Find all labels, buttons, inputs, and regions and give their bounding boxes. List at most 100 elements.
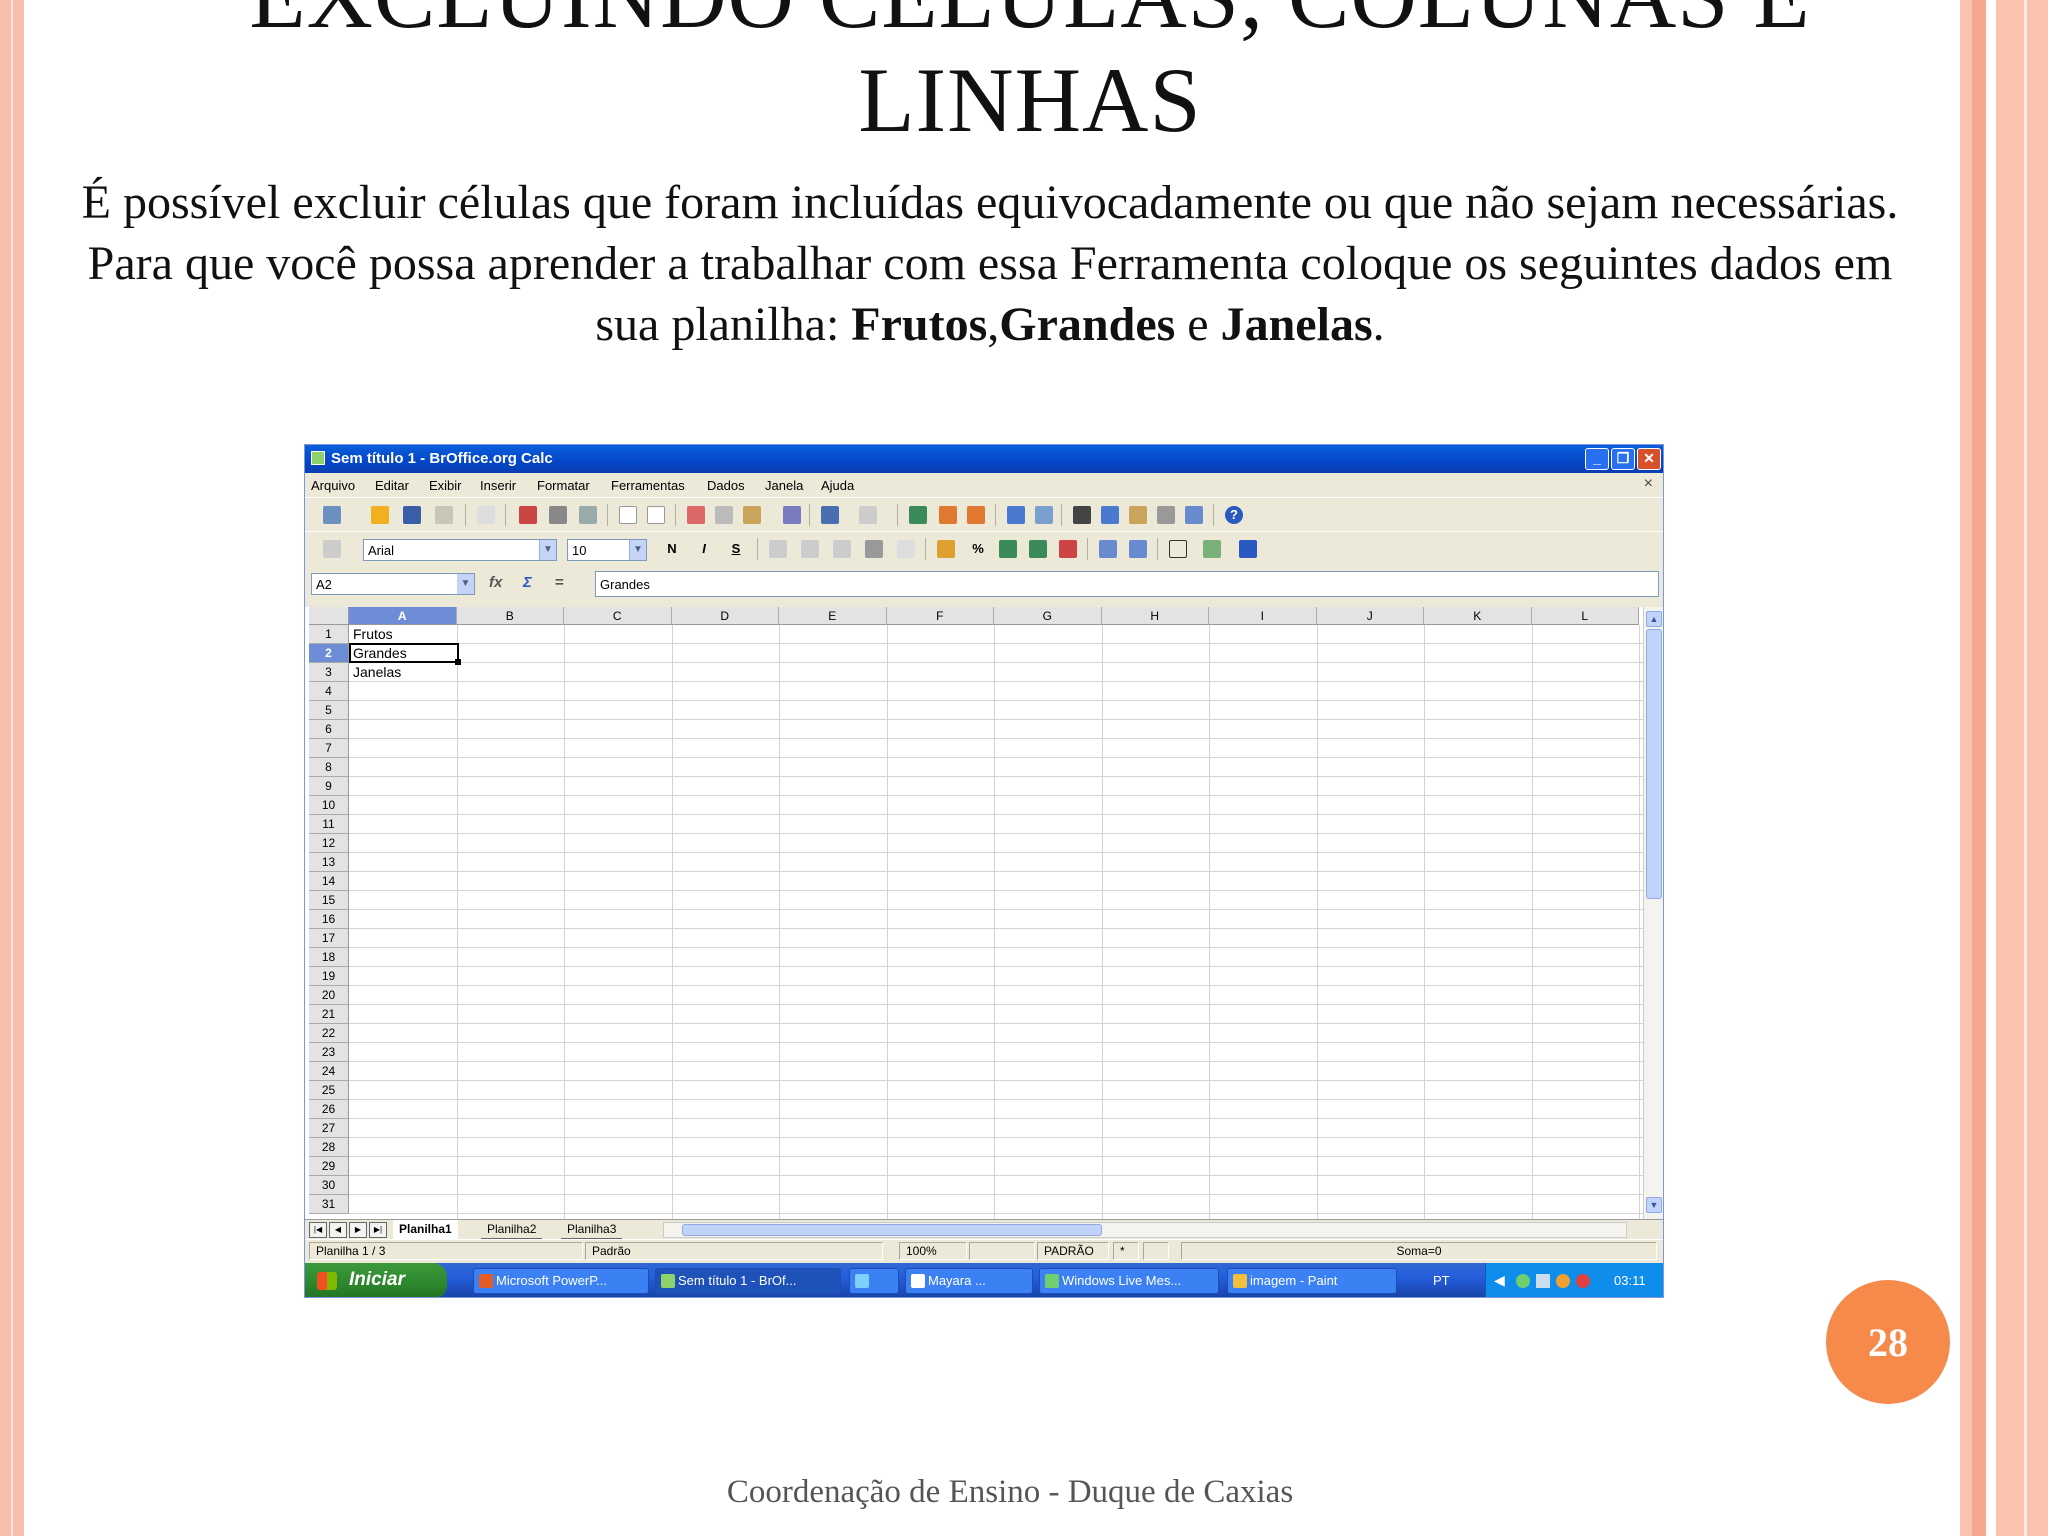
task-calc[interactable]: Sem título 1 - BrOf... [655,1268,841,1294]
menu-ajuda[interactable]: Ajuda [821,478,854,493]
row-header-26[interactable]: 26 [309,1100,349,1119]
percent-format-icon[interactable]: % [969,540,987,558]
redo-icon[interactable] [859,506,877,524]
standard-number-icon[interactable] [999,540,1017,558]
align-right-icon[interactable] [833,540,851,558]
row-header-20[interactable]: 20 [309,986,349,1005]
first-sheet-icon[interactable]: |◀ [309,1222,327,1238]
menu-dados[interactable]: Dados [707,478,745,493]
menu-janela[interactable]: Janela [765,478,803,493]
column-header-i[interactable]: I [1209,607,1317,625]
save-icon[interactable] [403,506,421,524]
row-header-14[interactable]: 14 [309,872,349,891]
export-pdf-icon[interactable] [519,506,537,524]
task-paint[interactable]: imagem - Paint [1227,1268,1397,1294]
new-document-icon[interactable] [323,506,341,524]
styles-icon[interactable] [323,540,341,558]
task-live-messenger[interactable]: Windows Live Mes... [1039,1268,1219,1294]
row-header-29[interactable]: 29 [309,1157,349,1176]
status-insert-mode[interactable]: PADRÃO [1037,1242,1109,1260]
row-header-7[interactable]: 7 [309,739,349,758]
horizontal-scroll-thumb[interactable] [682,1224,1102,1236]
autospell-icon[interactable] [647,506,665,524]
chart-icon[interactable] [1007,506,1025,524]
hyperlink-icon[interactable] [909,506,927,524]
row-header-19[interactable]: 19 [309,967,349,986]
undo-icon[interactable] [821,506,839,524]
spreadsheet-grid[interactable]: ABCDEFGHIJKL 1 2 3 4 5 6 7 8 9 10 11 12 13 14 15 16 17 18… [305,607,1663,1219]
row-header-22[interactable]: 22 [309,1024,349,1043]
menu-ferramentas[interactable]: Ferramentas [611,478,685,493]
sum-icon[interactable]: Σ [523,574,532,591]
task-network[interactable] [849,1268,899,1294]
underline-button[interactable]: S [727,540,745,558]
chevron-down-icon[interactable]: ▼ [457,574,474,594]
font-size-select[interactable]: 10 ▼ [567,539,647,561]
menu-arquivo[interactable]: Arquivo [311,478,355,493]
copy-icon[interactable] [715,506,733,524]
security-tray-icon[interactable] [1556,1274,1570,1288]
row-header-2[interactable]: 2 [309,644,349,663]
add-decimal-icon[interactable] [1029,540,1047,558]
draw-functions-icon[interactable] [1035,506,1053,524]
row-header-9[interactable]: 9 [309,777,349,796]
paste-icon[interactable] [743,506,761,524]
sheet-tab-planilha2[interactable]: Planilha2 [481,1220,543,1239]
navigator-icon[interactable] [1101,506,1119,524]
currency-format-icon[interactable] [937,540,955,558]
row-header-13[interactable]: 13 [309,853,349,872]
print-icon[interactable] [549,506,567,524]
gallery-icon[interactable] [1129,506,1147,524]
row-header-30[interactable]: 30 [309,1176,349,1195]
column-header-j[interactable]: J [1316,607,1424,625]
merge-cells-icon[interactable] [897,540,915,558]
scroll-up-icon[interactable]: ▲ [1646,611,1662,627]
decrease-indent-icon[interactable] [1099,540,1117,558]
delete-decimal-icon[interactable] [1059,540,1077,558]
row-header-3[interactable]: 3 [309,663,349,682]
email-icon[interactable] [435,506,453,524]
align-center-icon[interactable] [801,540,819,558]
find-replace-icon[interactable] [1073,506,1091,524]
align-left-icon[interactable] [769,540,787,558]
close-button[interactable]: ✕ [1637,448,1661,470]
row-header-8[interactable]: 8 [309,758,349,777]
last-sheet-icon[interactable]: ▶| [369,1222,387,1238]
tray-expand-icon[interactable]: ◀ [1494,1272,1505,1289]
column-header-f[interactable]: F [886,607,994,625]
clock[interactable]: 03:11 [1614,1273,1646,1288]
row-header-11[interactable]: 11 [309,815,349,834]
row-header-5[interactable]: 5 [309,701,349,720]
column-header-c[interactable]: C [564,607,672,625]
row-header-4[interactable]: 4 [309,682,349,701]
cell-a1[interactable]: Frutos [351,625,393,644]
column-header-e[interactable]: E [779,607,887,625]
column-header-h[interactable]: H [1101,607,1209,625]
language-indicator[interactable]: PT [1433,1273,1450,1288]
chevron-down-icon[interactable]: ▼ [629,540,646,560]
column-header-d[interactable]: D [671,607,779,625]
font-name-select[interactable]: Arial ▼ [363,539,557,561]
task-powerpoint[interactable]: Microsoft PowerP... [473,1268,649,1294]
select-all-corner[interactable] [309,607,349,625]
menu-formatar[interactable]: Formatar [537,478,590,493]
column-header-g[interactable]: G [994,607,1102,625]
open-folder-icon[interactable] [371,506,389,524]
help-icon[interactable]: ? [1225,506,1243,524]
column-header-l[interactable]: L [1531,607,1639,625]
italic-button[interactable]: I [695,540,713,558]
row-header-27[interactable]: 27 [309,1119,349,1138]
row-header-6[interactable]: 6 [309,720,349,739]
row-header-15[interactable]: 15 [309,891,349,910]
edit-file-icon[interactable] [477,506,495,524]
task-mayara[interactable]: Mayara ... [905,1268,1033,1294]
cut-icon[interactable] [687,506,705,524]
menu-exibir[interactable]: Exibir [429,478,462,493]
vertical-scroll-thumb[interactable] [1646,629,1662,899]
increase-indent-icon[interactable] [1129,540,1147,558]
vertical-scrollbar[interactable]: ▲ ▼ [1643,607,1663,1219]
next-sheet-icon[interactable]: ▶ [349,1222,367,1238]
menu-inserir[interactable]: Inserir [480,478,516,493]
horizontal-scrollbar[interactable] [663,1222,1627,1238]
column-header-k[interactable]: K [1424,607,1532,625]
